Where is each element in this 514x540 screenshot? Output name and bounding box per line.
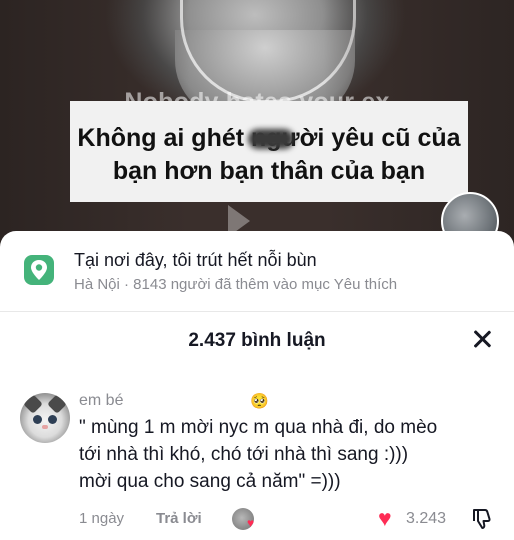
comment-text: " mùng 1 m mời nyc m qua nhà đi, do mèo …	[79, 414, 499, 495]
map-pin-icon[interactable]	[24, 255, 54, 285]
comment-line: " mùng 1 m mời nyc m qua nhà đi, do mèo	[79, 417, 438, 438]
comment-line: mời qua cho sang cả năm" =)))	[79, 471, 341, 492]
heart-icon[interactable]: ♥	[378, 507, 392, 530]
close-icon[interactable]	[470, 327, 494, 351]
place-title[interactable]: Tại nơi đây, tôi trút hết nỗi bùn	[74, 250, 317, 271]
video-player[interactable]: Nobody hates your ex Không ai ghét người…	[0, 0, 514, 248]
avatar[interactable]	[20, 393, 70, 443]
heart-icon: ♥	[247, 516, 255, 530]
pleading-face-icon: 🥺	[250, 393, 269, 410]
comment-time: 1 ngày	[79, 510, 125, 527]
place-subtitle: Hà Nội · 8143 người đã thêm vào mục Yêu …	[74, 276, 398, 293]
thumbs-down-icon[interactable]	[470, 507, 494, 531]
reply-button[interactable]: Trả lời	[156, 510, 202, 527]
comment-count-title: 2.437 bình luận	[188, 330, 326, 351]
video-caption-box: Không ai ghét người yêu cũ của bạn hơn b…	[70, 101, 468, 202]
comment-line: tới nhà thì khó, chó tới nhà thì sang :)…	[79, 444, 409, 465]
video-caption-line-2: bạn hơn bạn thân của bạn	[112, 157, 426, 185]
comment-username[interactable]: em bé	[79, 392, 123, 410]
censor-blur	[248, 129, 294, 149]
like-count: 3.243	[406, 510, 447, 527]
divider	[0, 311, 514, 312]
